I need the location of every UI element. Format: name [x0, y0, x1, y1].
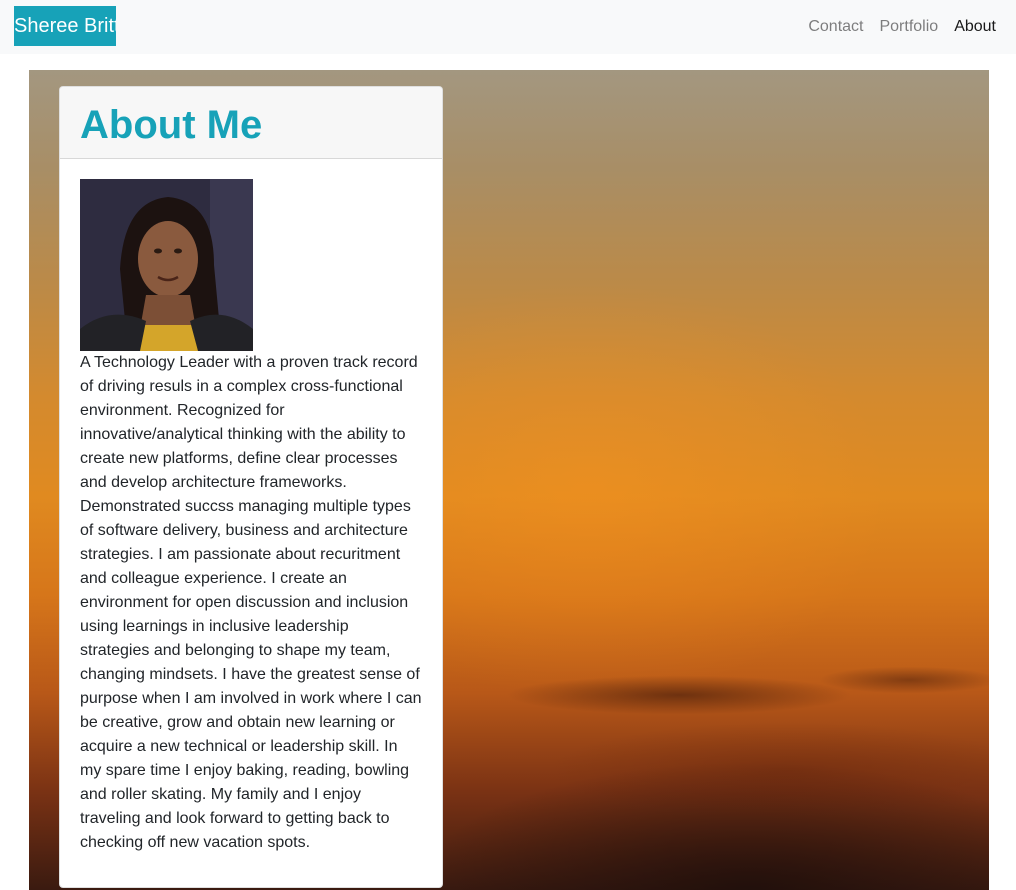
- nav-link-about[interactable]: About: [954, 18, 996, 36]
- brand-link[interactable]: Sheree Britt: [14, 6, 116, 46]
- nav-links: Contact Portfolio About: [792, 0, 996, 54]
- card-header: About Me: [60, 87, 442, 159]
- navbar: Sheree Britt Contact Portfolio About: [0, 0, 1016, 54]
- nav-link-contact[interactable]: Contact: [808, 18, 863, 36]
- page-title: About Me: [80, 103, 263, 147]
- bio-text: A Technology Leader with a proven track …: [80, 354, 422, 851]
- nav-link-portfolio[interactable]: Portfolio: [879, 18, 938, 36]
- card-body: A Technology Leader with a proven track …: [60, 159, 442, 855]
- profile-photo: [80, 179, 253, 351]
- about-card: About Me A Technology Leader with a prov…: [59, 86, 443, 888]
